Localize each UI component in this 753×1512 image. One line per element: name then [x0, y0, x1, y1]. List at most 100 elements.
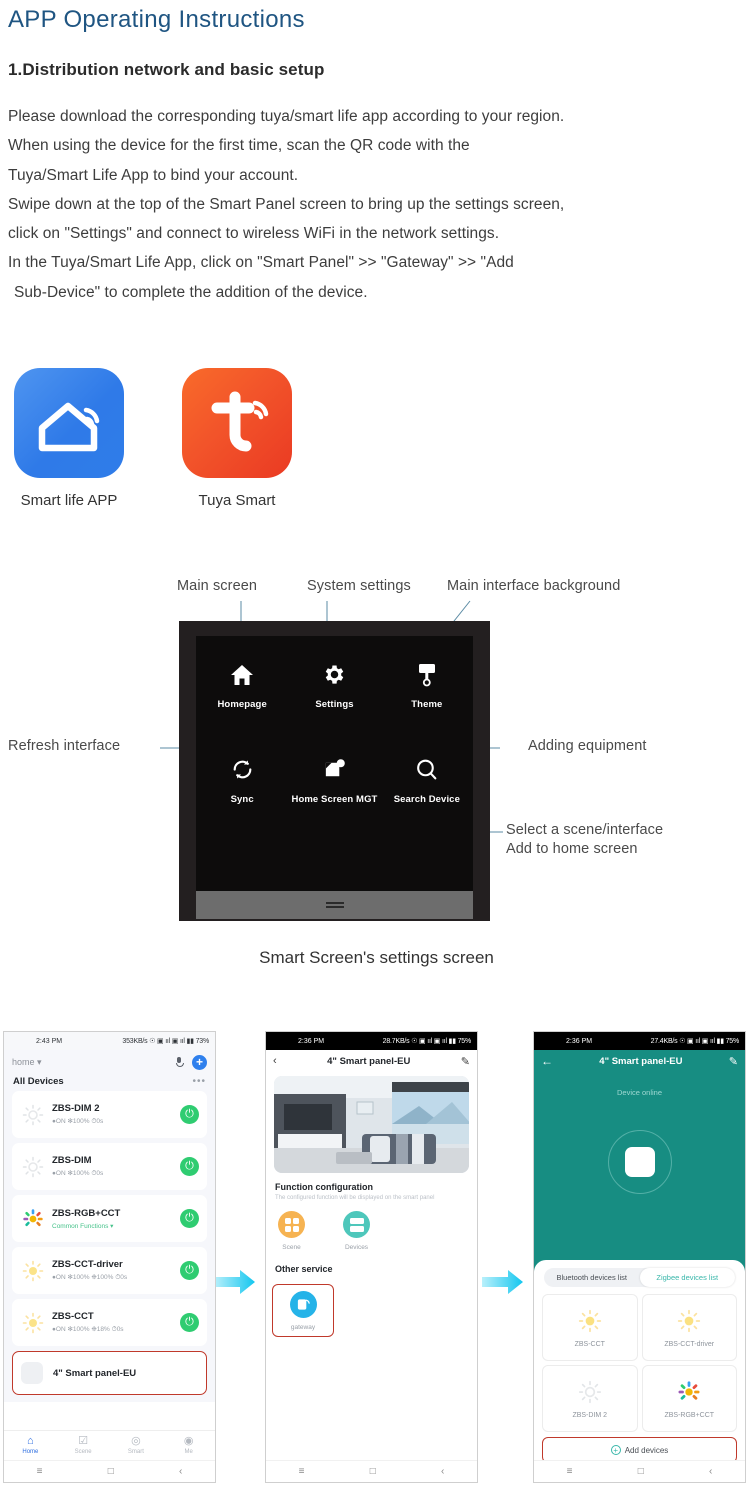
- list-item[interactable]: ZBS-CCT-driver ●ON ✻100% ❉100% ⏱0s ⏻: [12, 1247, 207, 1294]
- android-home-icon[interactable]: □: [370, 1466, 376, 1477]
- add-devices-button[interactable]: + Add devices: [546, 1441, 733, 1459]
- android-menu-icon[interactable]: ≡: [299, 1466, 305, 1477]
- app-smart-life[interactable]: Smart life APP: [14, 368, 124, 509]
- settings-item-settings[interactable]: Settings: [315, 658, 354, 710]
- android-home-icon[interactable]: □: [108, 1466, 114, 1477]
- settings-item-label: Theme: [411, 698, 443, 710]
- function-scene[interactable]: Scene: [278, 1211, 305, 1251]
- service-label: gateway: [290, 1324, 316, 1331]
- instruction-line: click on "Settings" and connect to wirel…: [8, 225, 500, 243]
- android-back-icon[interactable]: ‹: [179, 1466, 182, 1477]
- nav-label: Scene: [74, 1449, 92, 1455]
- app-icons-row: Smart life APP Tuya Smart: [0, 368, 753, 518]
- android-back-icon[interactable]: ‹: [441, 1466, 444, 1477]
- pencil-icon[interactable]: ✎: [729, 1055, 738, 1068]
- power-toggle[interactable]: ⏻: [180, 1209, 199, 1228]
- home-selector[interactable]: home ▾: [12, 1057, 42, 1068]
- search-icon: [394, 753, 460, 787]
- status-indicators: 353KB/s ☉ ▣ ııl ▣ ııl ▮▮ 73%: [122, 1038, 209, 1045]
- device-name: ZBS-CCT: [52, 1311, 94, 1322]
- nav-item-home[interactable]: ⌂ Home: [4, 1435, 57, 1456]
- status-bar: 2:36 PM 28.7KB/s ☉ ▣ ııl ▣ ııl ▮▮ 75%: [266, 1032, 477, 1050]
- callout-system-settings: System settings: [307, 578, 411, 594]
- settings-item-theme[interactable]: Theme: [411, 658, 442, 710]
- section-title: Other service: [275, 1264, 333, 1274]
- list-item[interactable]: ZBS-CCT ●ON ✻100% ❉18% ⏱0s ⏻: [12, 1299, 207, 1346]
- zigbee-device-grid: ZBS-CCT ZBS-CCT-driver ZBS-DIM 2 ZBS-RGB…: [542, 1294, 737, 1432]
- device-tile[interactable]: ZBS-CCT: [542, 1294, 638, 1361]
- nav-item-smart[interactable]: ◎ Smart: [110, 1436, 163, 1456]
- gateway-device-icon[interactable]: [624, 1147, 655, 1177]
- settings-item-label: Homepage: [217, 698, 267, 710]
- device-name: ZBS-RGB+CCT: [52, 1207, 121, 1219]
- power-toggle[interactable]: ⏻: [180, 1313, 199, 1332]
- settings-item-home-screen-mgt[interactable]: Home Screen MGT: [292, 753, 378, 805]
- android-system-nav: ≡ □ ‹: [4, 1460, 215, 1482]
- settings-item-search-device[interactable]: Search Device: [394, 753, 460, 805]
- gateway-device-ring: [607, 1130, 672, 1194]
- flow-arrow-2: [482, 1270, 523, 1294]
- android-home-icon[interactable]: □: [638, 1466, 644, 1477]
- device-tile[interactable]: ZBS-RGB+CCT: [641, 1365, 737, 1432]
- list-item[interactable]: ZBS-RGB+CCT Common Functions ▾ ⏻: [12, 1195, 207, 1242]
- cct-light-icon: [20, 1258, 46, 1284]
- paint-roller-icon: [411, 658, 442, 692]
- cct-light-icon: [678, 1309, 701, 1332]
- android-back-icon[interactable]: ‹: [709, 1466, 712, 1477]
- pencil-icon[interactable]: ✎: [461, 1055, 470, 1068]
- instruction-line: Please download the corresponding tuya/s…: [8, 108, 565, 125]
- status-bar: 2:43 PM 353KB/s ☉ ▣ ııl ▣ ııl ▮▮ 73%: [4, 1032, 215, 1050]
- device-tile[interactable]: ZBS-DIM 2: [542, 1365, 638, 1432]
- callout-adding-equipment: Adding equipment: [528, 738, 647, 754]
- chevron-left-icon[interactable]: ‹: [273, 1055, 277, 1067]
- device-tile[interactable]: ZBS-CCT-driver: [641, 1294, 737, 1361]
- power-toggle[interactable]: ⏻: [180, 1157, 199, 1176]
- app-tuya-smart[interactable]: Tuya Smart: [182, 368, 292, 509]
- gateway-icon: [289, 1291, 317, 1318]
- tab-bluetooth-devices[interactable]: Bluetooth devices list: [544, 1268, 640, 1287]
- list-item[interactable]: ZBS-DIM 2 ●ON ✻100% ⏱0s ⏻: [12, 1091, 207, 1138]
- panel-thumbnail: [21, 1362, 43, 1384]
- function-devices[interactable]: Devices: [343, 1211, 370, 1251]
- settings-item-homepage[interactable]: Homepage: [217, 658, 267, 710]
- instruction-paragraph: Please download the corresponding tuya/s…: [8, 108, 748, 313]
- arrow-left-icon[interactable]: ←: [541, 1054, 553, 1068]
- device-name: ZBS-DIM 2: [572, 1411, 608, 1419]
- list-item[interactable]: ZBS-DIM ●ON ✻100% ⏱0s ⏻: [12, 1143, 207, 1190]
- page-title: APP Operating Instructions: [8, 6, 305, 33]
- service-gateway[interactable]: gateway: [273, 1291, 333, 1331]
- instruction-line: Sub-Device" to complete the addition of …: [14, 283, 368, 301]
- other-service-section: Other service: [266, 1251, 477, 1274]
- diagram-caption: Smart Screen's settings screen: [259, 948, 494, 967]
- settings-item-label: Settings: [315, 698, 354, 710]
- status-time: 2:43 PM: [36, 1037, 63, 1045]
- nav-label: Home: [22, 1449, 39, 1455]
- living-room-photo: [274, 1076, 469, 1173]
- profile-icon: ◉: [183, 1435, 194, 1447]
- function-list: Scene Devices: [266, 1201, 477, 1251]
- power-icon: ⏻: [185, 1316, 194, 1328]
- android-menu-icon[interactable]: ≡: [567, 1466, 573, 1477]
- power-toggle[interactable]: ⏻: [180, 1261, 199, 1280]
- nav-item-scene[interactable]: ☑ Scene: [57, 1436, 110, 1456]
- instruction-line: When using the device for the first time…: [8, 137, 470, 155]
- tab-zigbee-devices[interactable]: Zigbee devices list: [639, 1268, 735, 1287]
- android-system-nav: ≡ □ ‹: [266, 1460, 477, 1482]
- settings-item-sync[interactable]: Sync: [230, 753, 255, 805]
- status-bar: 2:36 PM 27.4KB/s ☉ ▣ ııl ▣ ııl ▮▮ 75%: [534, 1032, 745, 1050]
- callout-main-interface-background: Main interface background: [447, 578, 621, 594]
- android-menu-icon[interactable]: ≡: [37, 1466, 43, 1477]
- nav-item-me[interactable]: ◉ Me: [162, 1435, 215, 1456]
- list-item-smart-panel[interactable]: 4" Smart panel-EU: [12, 1351, 207, 1395]
- instruction-line: Tuya/Smart Life App to bind your account…: [8, 166, 299, 184]
- microphone-icon[interactable]: [175, 1057, 184, 1067]
- instruction-line: Swipe down at the top of the Smart Panel…: [8, 195, 565, 213]
- plus-icon[interactable]: +: [192, 1054, 207, 1070]
- gateway-hero: ← 4" Smart panel-EU ✎ Device online: [534, 1050, 745, 1286]
- home-icon: ⌂: [27, 1435, 34, 1447]
- power-toggle[interactable]: ⏻: [180, 1105, 199, 1124]
- function-label: Devices: [344, 1244, 369, 1251]
- function-configuration-section: Function configuration The configured fu…: [266, 1173, 477, 1201]
- ellipsis-icon[interactable]: •••: [192, 1076, 206, 1087]
- device-name: ZBS-RGB+CCT: [664, 1411, 715, 1419]
